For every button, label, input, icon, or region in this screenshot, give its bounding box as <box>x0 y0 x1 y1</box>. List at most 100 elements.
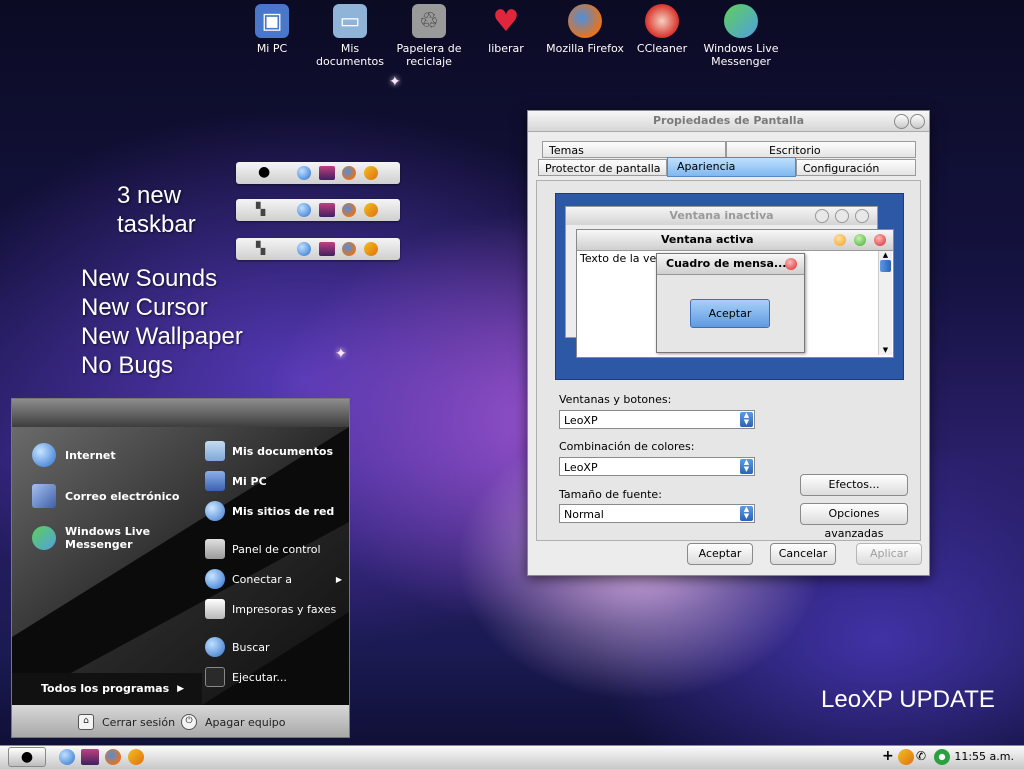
desktop-icon-ccleaner[interactable]: CCleaner <box>622 2 702 55</box>
messenger-icon <box>724 4 758 38</box>
quicklaunch-image-icon[interactable] <box>81 749 99 765</box>
start-item-printers[interactable]: Impresoras y faxes <box>205 599 336 619</box>
tab-configuracion[interactable]: Configuración <box>796 159 916 176</box>
printer-icon <box>205 599 225 619</box>
font-size-select[interactable]: Normal ▲ ▼ <box>559 504 755 523</box>
computer-icon <box>205 471 225 491</box>
start-item-connect[interactable]: Conectar a ▶ <box>205 569 342 589</box>
globe-icon <box>297 242 311 256</box>
color-scheme-value: LeoXP <box>564 461 598 474</box>
desktop-icon-label: Mozilla Firefox <box>546 42 624 55</box>
tab-apariencia[interactable]: Apariencia <box>667 157 796 177</box>
tab-protector-pantalla[interactable]: Protector de pantalla <box>538 159 667 176</box>
quicklaunch-firefox-icon[interactable] <box>105 749 121 765</box>
start-item-run[interactable]: Ejecutar... <box>205 667 287 687</box>
preview-inactive-button <box>835 209 849 223</box>
firefox-icon <box>342 203 356 217</box>
cancel-button[interactable]: Cancelar <box>770 543 836 565</box>
advanced-options-button[interactable]: Opciones avanzadas <box>800 503 908 540</box>
tab-label: Temas <box>549 144 584 157</box>
start-item-label: Mi PC <box>232 474 267 488</box>
control-panel-icon <box>205 539 225 559</box>
taskbar-preview-apple: ● <box>236 162 400 184</box>
tab-escritorio[interactable]: Escritorio <box>726 141 916 158</box>
firefox-icon <box>342 166 356 180</box>
home-icon: ⌂ <box>78 714 94 730</box>
windows-buttons-select[interactable]: LeoXP ▲ ▼ <box>559 410 755 429</box>
preview-inactive-title: Ventana inactiva <box>669 209 774 222</box>
scroll-up-icon: ▲ <box>882 251 889 259</box>
apply-button[interactable]: Aplicar <box>856 543 922 565</box>
tray-bolt-icon[interactable] <box>898 749 914 765</box>
ccleaner-icon <box>645 4 679 38</box>
scroll-down-icon: ▼ <box>882 346 889 354</box>
windows-buttons-value: LeoXP <box>564 414 598 427</box>
quicklaunch-globe-icon[interactable] <box>59 749 75 765</box>
desktop-icon-label: CCleaner <box>636 42 688 55</box>
computer-icon: ▣ <box>255 4 289 38</box>
tab-label: Apariencia <box>677 160 736 173</box>
shutdown-label: Apagar equipo <box>205 715 286 729</box>
start-item-label: Windows Live Messenger <box>65 525 151 551</box>
connect-icon <box>205 569 225 589</box>
desktop-icon-messenger[interactable]: Windows Live Messenger <box>701 2 781 68</box>
quicklaunch-bolt-icon[interactable] <box>128 749 144 765</box>
start-item-label: Mis documentos <box>232 444 333 458</box>
ok-button[interactable]: Aceptar <box>687 543 753 565</box>
start-item-label: Buscar <box>232 640 270 654</box>
logoff-label: Cerrar sesión <box>102 715 176 729</box>
tray-expand-icon[interactable]: + <box>882 748 894 764</box>
mail-icon <box>32 484 56 508</box>
appearance-preview: Ventana inactiva Ventana activa Texto de… <box>555 193 904 380</box>
logoff-button[interactable]: ⌂ Cerrar sesión <box>78 714 175 730</box>
promo-feature: No Bugs <box>81 352 174 379</box>
start-item-search[interactable]: Buscar <box>205 637 270 657</box>
start-item-mail[interactable]: Correo electrónico <box>32 484 179 508</box>
close-button[interactable] <box>910 114 925 129</box>
preview-window-text: Texto de la vent <box>580 252 668 265</box>
start-button[interactable]: ● <box>8 747 46 767</box>
all-programs-label: Todos los programas <box>41 682 170 695</box>
start-item-control-panel[interactable]: Panel de control <box>205 539 321 559</box>
desktop-icon-mis-documentos[interactable]: ▭ Mis documentos <box>310 2 390 68</box>
start-item-label: Internet <box>65 448 116 462</box>
preview-msgbox-button: Aceptar <box>690 299 770 328</box>
start-item-mi-pc[interactable]: Mi PC <box>205 471 267 491</box>
desktop-icon-mi-pc[interactable]: ▣ Mi PC <box>232 2 312 55</box>
shutdown-button[interactable]: ⏻ Apagar equipo <box>181 714 285 730</box>
effects-button[interactable]: Efectos... <box>800 474 908 496</box>
preview-scrollbar: ▲ ▼ <box>878 251 892 355</box>
sparkle: ✦ <box>389 74 401 90</box>
tray-phone-icon[interactable]: ✆ <box>916 749 926 763</box>
image-icon <box>319 166 335 180</box>
tab-temas[interactable]: Temas <box>542 141 726 158</box>
window-title: Propiedades de Pantalla <box>653 114 804 127</box>
help-button[interactable] <box>894 114 909 129</box>
preview-message-box: Cuadro de mensa... Aceptar <box>656 253 805 353</box>
tray-status-icon[interactable] <box>934 749 950 765</box>
windows-buttons-label: Ventanas y botones: <box>559 393 672 406</box>
apple-icon: ● <box>20 749 34 765</box>
all-programs-button[interactable]: Todos los programas ▶ <box>41 682 184 695</box>
taskbar-preview-windows: ▚ <box>236 199 400 221</box>
minimize-dot-icon <box>834 234 846 246</box>
sparkle: ✦ <box>335 346 347 362</box>
start-item-internet[interactable]: Internet <box>32 443 116 467</box>
preview-active-window: Ventana activa Texto de la vent ▲ ▼ Cuad… <box>576 229 894 358</box>
start-item-label: Mis sitios de red <box>232 504 335 518</box>
start-item-network[interactable]: Mis sitios de red <box>205 501 334 521</box>
start-item-messenger[interactable]: Windows Live Messenger <box>32 525 192 551</box>
window-titlebar: Propiedades de Pantalla <box>528 111 929 132</box>
preview-msgbox-titlebar: Cuadro de mensa... <box>657 254 804 275</box>
messenger-icon <box>32 526 56 550</box>
arrow-right-icon: ▶ <box>177 683 185 694</box>
desktop-icon-liberar[interactable]: ♥ liberar <box>466 2 546 55</box>
color-scheme-select[interactable]: LeoXP ▲ ▼ <box>559 457 755 476</box>
desktop-icon-papelera[interactable]: ♲ Papelera de reciclaje <box>389 2 469 68</box>
start-item-mis-documentos[interactable]: Mis documentos <box>205 441 333 461</box>
trash-icon: ♲ <box>412 4 446 38</box>
clock[interactable]: 11:55 a.m. <box>954 750 1014 763</box>
start-menu-header <box>12 399 349 427</box>
desktop-icon-firefox[interactable]: Mozilla Firefox <box>545 2 625 55</box>
folder-icon: ▭ <box>333 4 367 38</box>
